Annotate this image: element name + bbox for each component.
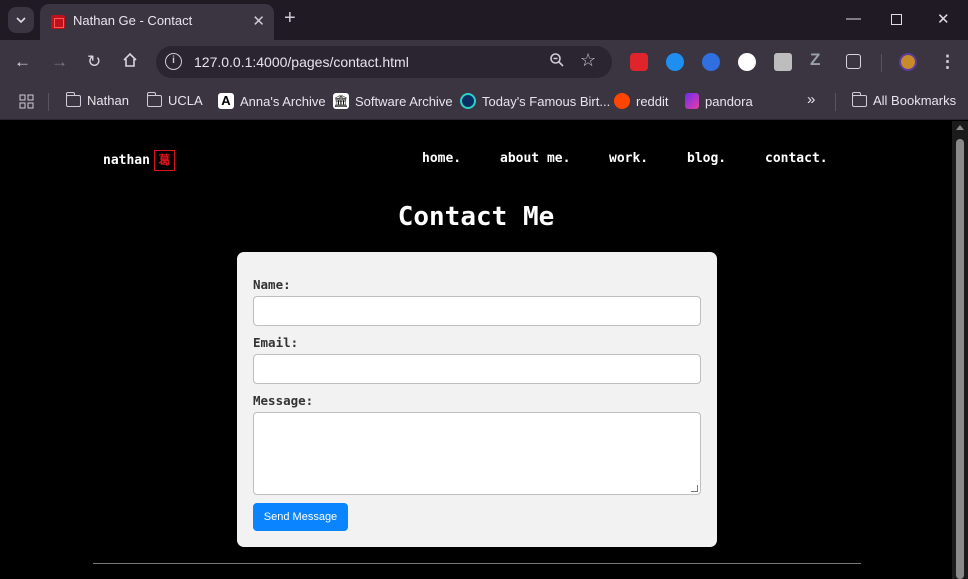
zotero-extension-icon[interactable]: Z — [810, 50, 828, 69]
footer-divider — [93, 563, 861, 564]
all-bookmarks-label: All Bookmarks — [873, 93, 957, 108]
shazam-extension-icon[interactable] — [666, 53, 684, 71]
maximize-icon[interactable] — [891, 12, 902, 29]
back-icon[interactable]: ← — [14, 52, 31, 72]
message-label: Message: — [253, 393, 314, 408]
bookmark-label: Software Archive — [355, 93, 453, 109]
name-label: Name: — [253, 277, 291, 292]
close-window-icon[interactable]: ✕ — [937, 10, 950, 28]
bookmark-annas-archive[interactable]: A Anna's Archive — [218, 93, 326, 109]
resize-handle-icon[interactable] — [691, 485, 698, 492]
puzzle-extensions-icon[interactable] — [846, 54, 861, 69]
annas-archive-icon: A — [218, 93, 234, 109]
folder-icon — [146, 91, 162, 107]
pandora-icon — [685, 93, 699, 109]
zoom-icon[interactable] — [549, 52, 565, 72]
browser-menu-icon[interactable]: ⋮ — [939, 52, 956, 72]
page-title: Contact Me — [397, 202, 555, 232]
bookmark-pandora[interactable]: pandora — [685, 93, 753, 109]
extension-gray-icon[interactable] — [774, 53, 792, 71]
scroll-up-arrow-icon[interactable] — [956, 125, 964, 130]
site-navbar: nathan 葛 home. about me. work. blog. con… — [0, 121, 952, 197]
all-bookmarks-button[interactable]: All Bookmarks — [851, 91, 957, 108]
email-input[interactable] — [253, 354, 701, 384]
send-message-button[interactable]: Send Message — [253, 503, 348, 531]
logo-text: nathan — [103, 153, 150, 168]
address-bar[interactable]: i 127.0.0.1:4000/pages/contact.html ☆ — [156, 46, 612, 78]
url-text[interactable]: 127.0.0.1:4000/pages/contact.html — [194, 54, 409, 70]
bookmark-software-archive[interactable]: 🏛 Software Archive — [333, 93, 453, 109]
nav-link-work[interactable]: work. — [609, 151, 648, 166]
tab-active[interactable]: Nathan Ge - Contact ✕ — [40, 4, 274, 40]
bookmarks-divider — [835, 93, 836, 111]
bookmark-label: Today's Famous Birt... — [482, 93, 611, 109]
bookmark-label: reddit — [636, 93, 669, 109]
reload-icon[interactable]: ↻ — [87, 52, 101, 72]
tab-title: Nathan Ge - Contact — [73, 13, 193, 28]
page-scrollbar[interactable] — [952, 121, 968, 579]
name-input[interactable] — [253, 296, 701, 326]
folder-icon — [65, 91, 81, 107]
bookmark-famous-birthdays[interactable]: Today's Famous Birt... — [460, 93, 610, 109]
extension-blue-icon[interactable] — [702, 53, 720, 71]
youtube-extension-icon[interactable] — [630, 53, 648, 71]
close-tab-icon[interactable]: ✕ — [252, 12, 265, 30]
nav-link-home[interactable]: home. — [422, 151, 461, 166]
new-tab-button[interactable]: + — [284, 8, 296, 28]
tab-strip: Nathan Ge - Contact ✕ + — ✕ — [0, 0, 968, 40]
bookmarks-overflow-button[interactable]: » — [807, 91, 815, 108]
site-info-icon[interactable]: i — [165, 53, 182, 70]
bookmark-label: pandora — [705, 93, 753, 109]
apps-grid-icon[interactable] — [19, 94, 34, 109]
bookmark-label: Nathan — [87, 93, 129, 108]
nav-link-contact[interactable]: contact. — [765, 151, 828, 166]
reddit-icon — [614, 93, 630, 109]
famous-birthdays-icon — [460, 93, 476, 109]
browser-toolbar: ← → ↻ i 127.0.0.1:4000/pages/contact.htm… — [0, 40, 968, 84]
site-logo[interactable]: nathan 葛 — [103, 150, 175, 171]
bookmarks-divider — [48, 93, 49, 111]
home-icon[interactable] — [122, 52, 138, 73]
nav-link-blog[interactable]: blog. — [687, 151, 726, 166]
bookmark-nathan[interactable]: Nathan — [65, 91, 129, 108]
chevron-down-icon — [16, 17, 26, 24]
toolbar-divider — [881, 54, 882, 72]
scrollbar-thumb[interactable] — [956, 139, 964, 579]
bookmarks-bar: Nathan UCLA A Anna's Archive 🏛 Software … — [0, 84, 968, 120]
profile-avatar[interactable] — [899, 53, 917, 71]
contact-form: Name: Email: Message: Send Message — [237, 252, 717, 547]
bookmark-star-icon[interactable]: ☆ — [580, 50, 596, 71]
extension-white-icon[interactable] — [738, 53, 756, 71]
bookmark-label: UCLA — [168, 93, 203, 108]
bookmark-label: Anna's Archive — [240, 93, 326, 109]
minimize-icon[interactable]: — — [846, 10, 861, 27]
archive-org-icon: 🏛 — [333, 93, 349, 109]
tab-search-button[interactable] — [8, 7, 34, 33]
bookmark-reddit[interactable]: reddit — [614, 93, 669, 109]
bookmark-ucla[interactable]: UCLA — [146, 91, 203, 108]
page-viewport: nathan 葛 home. about me. work. blog. con… — [0, 121, 968, 579]
message-textarea[interactable] — [253, 412, 701, 495]
nav-link-about[interactable]: about me. — [500, 151, 570, 166]
logo-seal-icon: 葛 — [153, 150, 175, 171]
folder-icon — [851, 91, 867, 107]
email-label: Email: — [253, 335, 299, 350]
site-favicon — [51, 15, 65, 29]
forward-icon[interactable]: → — [51, 52, 68, 72]
